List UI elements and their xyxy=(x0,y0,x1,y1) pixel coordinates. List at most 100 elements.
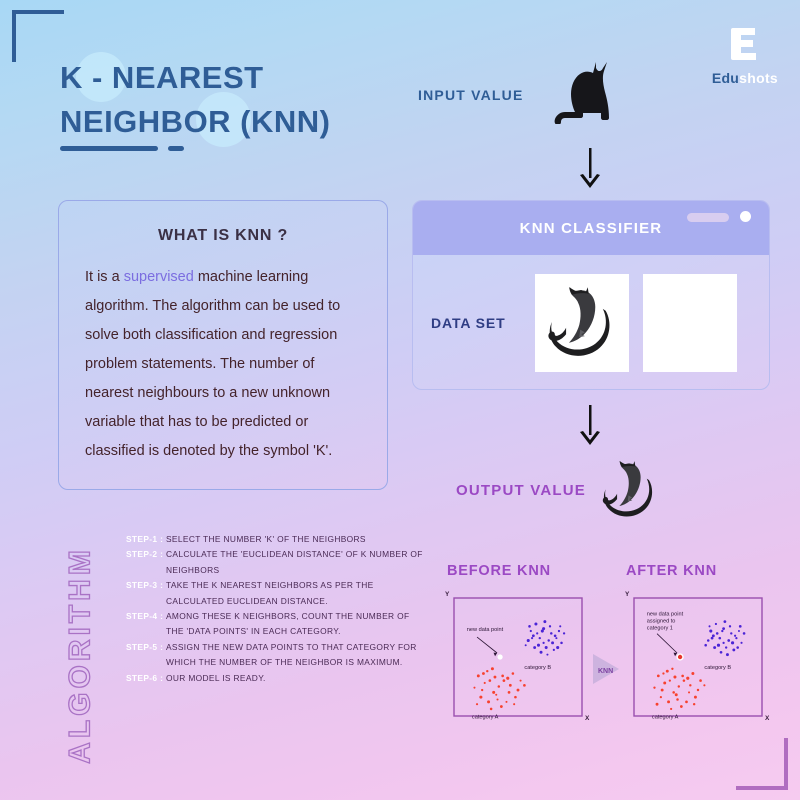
algorithm-step-text: SELECT THE NUMBER 'K' OF THE NEIGHBORS xyxy=(166,532,426,547)
classifier-body: DATA SET xyxy=(413,255,769,390)
data-point-category-A xyxy=(683,679,686,682)
data-point-category-A xyxy=(491,667,494,670)
algorithm-step-text: AMONG THESE K NEIGHBORS, COUNT THE NUMBE… xyxy=(166,609,426,640)
data-point-category-A xyxy=(686,677,689,680)
data-point-category-B xyxy=(527,639,530,642)
annotation-arrow-head xyxy=(493,653,497,657)
data-point-category-A xyxy=(671,668,673,670)
data-point-category-A xyxy=(685,700,688,703)
after-knn-label: AFTER KNN xyxy=(626,563,717,579)
data-point-category-B xyxy=(717,644,720,647)
data-point-category-A xyxy=(479,696,482,699)
data-point-category-B xyxy=(743,632,746,635)
data-point-category-A xyxy=(481,689,483,691)
data-point-category-B xyxy=(722,642,724,644)
data-point-category-A xyxy=(517,689,520,692)
data-point-category-B xyxy=(740,642,742,644)
arrow-down-icon-1 xyxy=(578,148,602,188)
data-point-category-A xyxy=(505,701,507,703)
data-point-category-B xyxy=(547,639,549,641)
algorithm-step-6: STEP-6 : OUR MODEL IS READY. xyxy=(126,671,426,686)
what-is-knn-body: It is a supervised machine learning algo… xyxy=(85,263,361,466)
category-a-label: category A xyxy=(472,714,499,720)
data-point-category-A xyxy=(691,672,694,675)
x-axis-label: X xyxy=(585,715,590,722)
title-underline-dash xyxy=(168,146,184,151)
data-point-category-A xyxy=(477,674,480,677)
data-point-category-A xyxy=(514,696,517,699)
knn-body-suffix: machine learning algorithm. The algorith… xyxy=(85,269,340,459)
knn-transition-arrow-icon: KNN xyxy=(585,650,625,688)
data-point-category-A xyxy=(656,703,659,706)
data-point-category-B xyxy=(532,634,535,637)
algorithm-step-text: ASSIGN THE NEW DATA POINTS TO THAT CATEG… xyxy=(166,640,426,671)
before-knn-label: BEFORE KNN xyxy=(447,563,551,579)
algorithm-step-5: STEP-5 : ASSIGN THE NEW DATA POINTS TO TH… xyxy=(126,640,426,671)
scatter-chart-after: Y Xcategory A category B new data point assi… xyxy=(624,588,772,735)
window-dot-icon[interactable] xyxy=(740,211,751,222)
knn-classifier-panel: KNN CLASSIFIER DATA SET xyxy=(412,200,770,390)
data-point-category-A xyxy=(660,696,662,698)
data-point-category-B xyxy=(551,641,554,644)
data-point-category-A xyxy=(666,670,669,673)
data-point-category-A xyxy=(662,672,664,674)
algorithm-step-tag: STEP-6 : xyxy=(126,671,166,686)
new-data-point xyxy=(497,654,502,659)
corner-bracket-bottom-right xyxy=(736,738,788,790)
data-point-category-B xyxy=(533,646,536,649)
annotation-arrow-line xyxy=(657,634,677,653)
infographic-poster: K - NEAREST NEIGHBOR (KNN) Edushots INPU… xyxy=(0,0,800,800)
page-title: K - NEAREST NEIGHBOR (KNN) xyxy=(60,56,420,144)
data-point-category-A xyxy=(663,682,666,685)
data-point-category-A xyxy=(699,679,702,682)
data-point-category-A xyxy=(680,705,683,708)
new-point-annotation-line: assigned to xyxy=(647,619,676,625)
category-a-label: category A xyxy=(652,714,679,720)
data-point-category-B xyxy=(553,649,555,651)
data-point-category-A xyxy=(520,680,522,682)
data-point-category-A xyxy=(678,685,680,687)
data-point-category-A xyxy=(661,689,664,692)
window-pill-icon[interactable] xyxy=(687,213,729,222)
knn-body-prefix: It is a xyxy=(85,269,124,285)
dataset-image-1[interactable] xyxy=(535,274,629,372)
cat-silhouette-icon xyxy=(552,56,618,124)
data-point-category-B xyxy=(727,639,730,642)
algorithm-step-1: STEP-1 : SELECT THE NUMBER 'K' OF THE NEI… xyxy=(126,532,426,547)
data-point-category-B xyxy=(536,632,538,634)
data-point-category-A xyxy=(494,676,497,679)
algorithm-steps-list: STEP-1 : SELECT THE NUMBER 'K' OF THE NEI… xyxy=(126,532,426,686)
data-point-category-A xyxy=(496,698,498,700)
data-point-category-B xyxy=(556,646,559,649)
scatter-chart-before: Y Xcategory A category B new data point xyxy=(444,588,592,735)
algorithm-step-text: OUR MODEL IS READY. xyxy=(166,671,426,686)
data-point-category-B xyxy=(730,632,732,634)
output-ink-cat-image xyxy=(592,452,668,528)
algorithm-step-tag: STEP-1 : xyxy=(126,532,166,547)
data-point-category-A xyxy=(490,708,493,711)
data-point-category-B xyxy=(715,623,717,625)
data-point-category-A xyxy=(667,700,670,703)
dataset-image-2[interactable] xyxy=(643,274,737,372)
page-title-line-1: K - NEAREST xyxy=(60,56,420,100)
knn-body-highlight: supervised xyxy=(124,269,194,285)
data-point-category-A xyxy=(657,675,660,678)
data-point-category-B xyxy=(539,637,541,639)
y-axis-label: Y xyxy=(625,591,630,598)
data-point-category-A xyxy=(501,675,504,678)
data-point-category-B xyxy=(739,625,742,628)
annotation-arrow-line xyxy=(477,637,497,653)
data-point-category-A xyxy=(489,679,492,682)
data-point-category-B xyxy=(732,648,735,651)
algorithm-step-2: STEP-2 : CALCULATE THE 'EUCLIDEAN DISTANC… xyxy=(126,547,426,578)
brand-name: Edushots xyxy=(712,70,778,86)
data-point-category-B xyxy=(718,637,721,640)
data-point-category-A xyxy=(673,676,676,679)
brand-name-part1: Edu xyxy=(712,70,739,86)
data-point-category-B xyxy=(735,637,737,639)
new-data-point xyxy=(678,655,682,659)
data-point-category-A xyxy=(681,675,684,678)
data-point-category-B xyxy=(729,625,731,627)
data-point-category-A xyxy=(523,684,526,687)
algorithm-step-tag: STEP-5 : xyxy=(126,640,166,671)
